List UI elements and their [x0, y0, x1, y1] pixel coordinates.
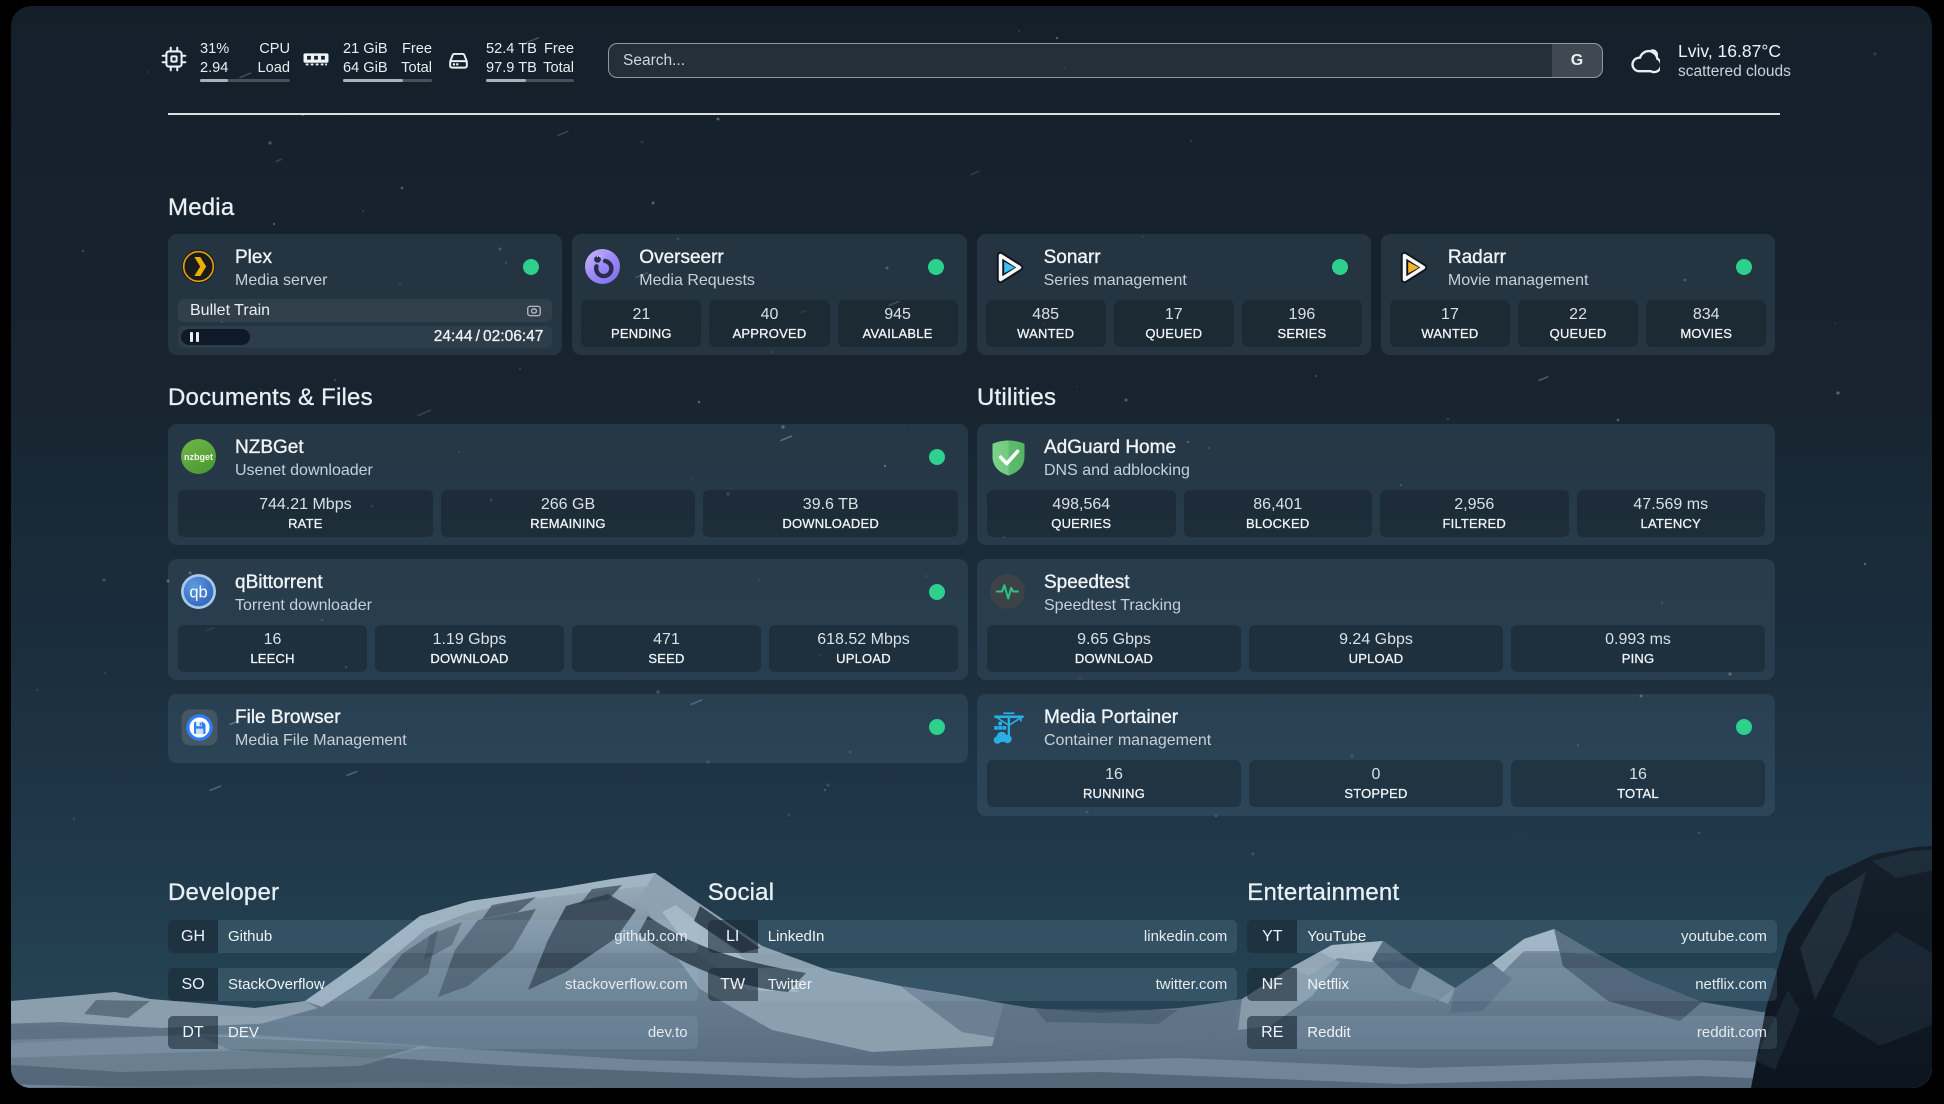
- svg-text:nzbget: nzbget: [184, 452, 213, 462]
- svg-text:qb: qb: [189, 583, 207, 601]
